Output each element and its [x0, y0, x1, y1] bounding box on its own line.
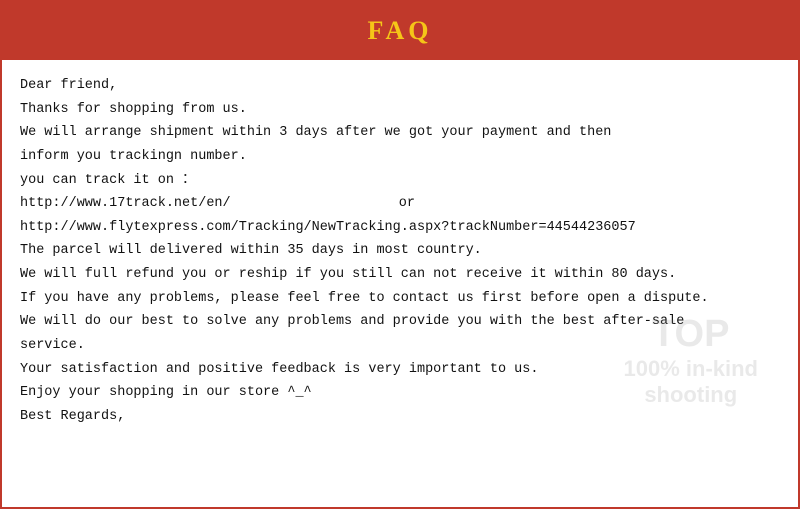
faq-header: FAQ — [2, 2, 798, 60]
line4: inform you trackingn number. — [20, 145, 780, 169]
line12: service. — [20, 334, 780, 358]
line2: Thanks for shopping from us. — [20, 98, 780, 122]
line1: Dear friend, — [20, 74, 780, 98]
line5: you can track it on ： — [20, 169, 780, 193]
track-url-1: http://www.17track.net/en/ — [20, 196, 231, 211]
faq-content: Dear friend, Thanks for shopping from us… — [2, 60, 798, 438]
line15: Best Regards, — [20, 405, 780, 429]
or-text: or — [399, 196, 415, 211]
faq-title: FAQ — [368, 16, 433, 45]
header-dots-bottom — [2, 46, 798, 52]
line13: Your satisfaction and positive feedback … — [20, 358, 780, 382]
line14: Enjoy your shopping in our store ^_^ — [20, 381, 780, 405]
line11: We will do our best to solve any problem… — [20, 310, 780, 334]
line10: If you have any problems, please feel fr… — [20, 287, 780, 311]
line8: The parcel will delivered within 35 days… — [20, 239, 780, 263]
line9: We will full refund you or reship if you… — [20, 263, 780, 287]
line7: http://www.flytexpress.com/Tracking/NewT… — [20, 216, 780, 240]
line3: We will arrange shipment within 3 days a… — [20, 121, 780, 145]
line6-with-or: http://www.17track.net/en/ or — [20, 192, 780, 216]
page-wrapper: FAQ Dear friend, Thanks for shopping fro… — [0, 0, 800, 509]
